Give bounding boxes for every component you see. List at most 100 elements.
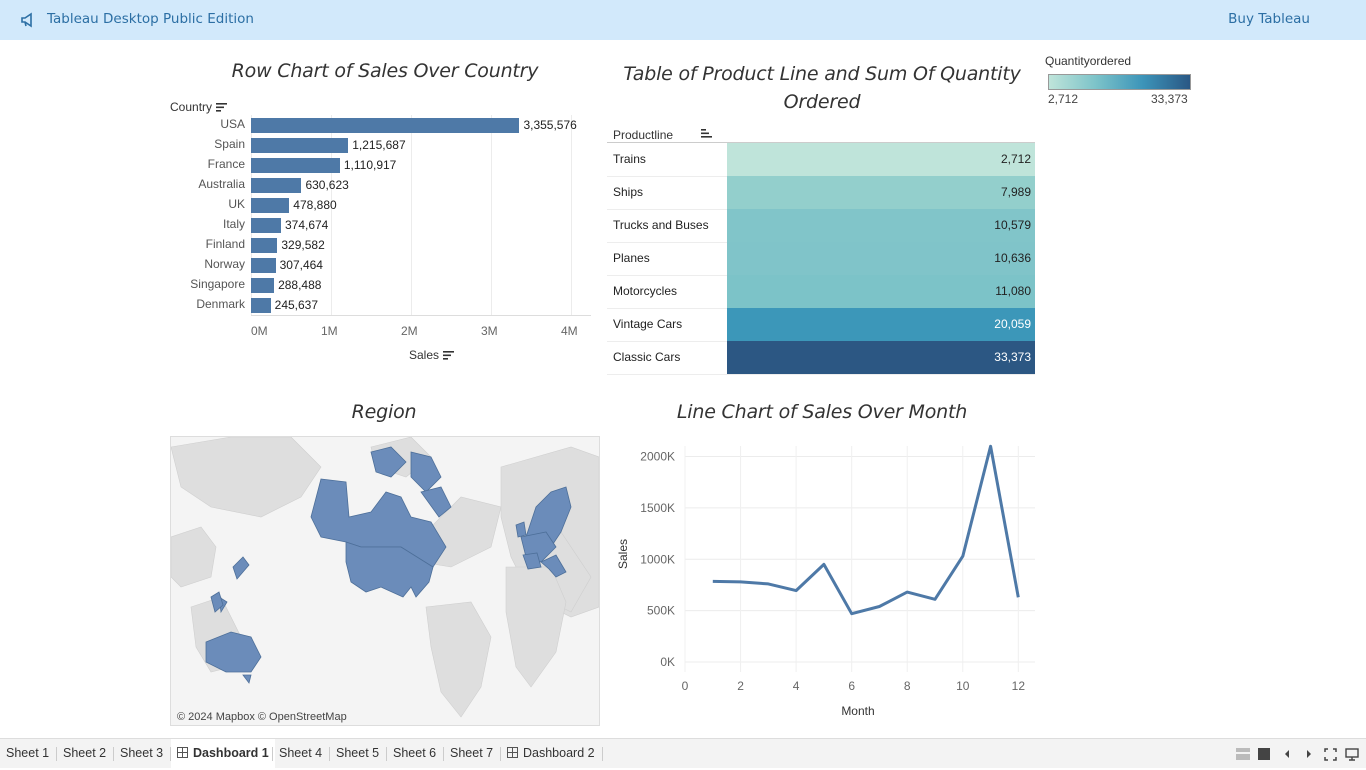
quantity-value: 7,989: [1000, 185, 1031, 199]
bar-chart-title: Row Chart of Sales Over Country: [231, 60, 539, 82]
bar-row[interactable]: Finland 329,582: [170, 235, 600, 255]
table-row[interactable]: Vintage Cars 20,059: [607, 308, 1035, 342]
previous-icon[interactable]: [1283, 748, 1291, 760]
quantity-cell[interactable]: 2,712: [727, 143, 1035, 176]
bar-row[interactable]: Spain 1,215,687: [170, 135, 600, 155]
bar-row[interactable]: USA 3,355,576: [170, 115, 600, 135]
sales-value-label: 1,215,687: [352, 138, 406, 152]
table-title: Table of Product Line and Sum Of Quantit…: [607, 60, 1037, 116]
line-y-label: Sales: [616, 539, 630, 569]
tab-dashboard-2[interactable]: Dashboard 2: [501, 739, 601, 768]
line-chart-title: Line Chart of Sales Over Month: [676, 401, 968, 423]
country-header-label: Country: [170, 100, 213, 114]
tab-sheet-6[interactable]: Sheet 6: [387, 739, 442, 768]
sales-value-label: 630,623: [305, 178, 349, 192]
quantity-value: 10,579: [994, 218, 1031, 232]
fullscreen-icon[interactable]: [1324, 748, 1337, 761]
quantity-cell[interactable]: 10,636: [727, 242, 1035, 275]
line-x-tick: 10: [956, 679, 970, 693]
sales-bar[interactable]: [251, 278, 275, 293]
productline-header[interactable]: Productline: [613, 128, 673, 142]
bar-axis-line: [251, 315, 591, 316]
quantity-cell[interactable]: 10,579: [727, 209, 1035, 242]
bar-row[interactable]: Singapore 288,488: [170, 275, 600, 295]
productline-label: Vintage Cars: [613, 317, 683, 331]
bar-row[interactable]: Norway 307,464: [170, 255, 600, 275]
line-x-label: Month: [841, 704, 874, 718]
legend-title: Quantityordered: [1045, 54, 1132, 68]
megaphone-icon: [21, 12, 32, 28]
sales-value-label: 245,637: [274, 298, 319, 312]
table-row[interactable]: Motorcycles 11,080: [607, 275, 1035, 309]
dashboard-icon: [507, 747, 518, 758]
country-label: Singapore: [190, 277, 245, 291]
sales-axis-title[interactable]: Sales: [409, 348, 455, 362]
tab-label: Sheet 1: [6, 746, 50, 760]
presentation-icon[interactable]: [1345, 748, 1359, 761]
sales-bar[interactable]: [251, 178, 302, 193]
quantity-cell[interactable]: 7,989: [727, 176, 1035, 209]
productline-label: Trains: [613, 152, 646, 166]
bar-row[interactable]: Australia 630,623: [170, 175, 600, 195]
sales-value-label: 329,582: [281, 238, 325, 252]
sales-bar[interactable]: [251, 138, 349, 153]
tab-label: Sheet 4: [279, 746, 323, 760]
square-icon[interactable]: [1258, 748, 1270, 760]
view-toggle-icon[interactable]: [1236, 748, 1250, 760]
quantity-cell[interactable]: 33,373: [727, 341, 1035, 374]
table-row[interactable]: Trains 2,712: [607, 143, 1035, 177]
tab-dashboard-1[interactable]: Dashboard 1: [171, 739, 275, 770]
tab-sheet-4[interactable]: Sheet 4: [273, 739, 328, 768]
line-y-tick: 1000K: [640, 552, 675, 566]
country-label: USA: [220, 117, 245, 131]
tab-label: Sheet 5: [336, 746, 380, 760]
sales-line[interactable]: [712, 444, 1020, 616]
sales-bar[interactable]: [251, 118, 520, 133]
quantity-cell[interactable]: 11,080: [727, 275, 1035, 308]
line-x-tick: 6: [848, 679, 855, 693]
line-chart[interactable]: 2000K 1500K 1000K 500K 0K 0 2 4 6 8 10 12 Sales Mo…: [607, 436, 1037, 726]
buy-tableau-link[interactable]: Buy Tableau: [1228, 11, 1310, 27]
bar-x-tick: 2M: [401, 324, 418, 338]
sort-icon[interactable]: [701, 129, 712, 138]
quantity-cell[interactable]: 20,059: [727, 308, 1035, 341]
next-icon[interactable]: [1305, 748, 1313, 760]
bar-row[interactable]: UK 478,880: [170, 195, 600, 215]
table-row[interactable]: Planes 10,636: [607, 242, 1035, 276]
bar-x-tick: 3M: [481, 324, 498, 338]
tab-label: Sheet 6: [393, 746, 437, 760]
line-y-tick: 0K: [660, 655, 675, 669]
tab-sheet-2[interactable]: Sheet 2: [57, 739, 112, 768]
tab-sheet-7[interactable]: Sheet 7: [444, 739, 499, 768]
sales-bar[interactable]: [251, 218, 281, 233]
country-label: Australia: [198, 177, 245, 191]
map-title: Region: [351, 401, 417, 423]
sales-bar[interactable]: [251, 158, 340, 173]
table-row[interactable]: Classic Cars 33,373: [607, 341, 1035, 375]
app-title: Tableau Desktop Public Edition: [47, 11, 254, 27]
map-attribution: © 2024 Mapbox © OpenStreetMap: [177, 711, 347, 723]
sort-icon[interactable]: [443, 351, 455, 360]
sales-value-label: 3,355,576: [523, 118, 577, 132]
sales-bar[interactable]: [251, 298, 271, 313]
table-title-line1: Table of Product Line and Sum Of Quantit…: [623, 63, 1021, 85]
bar-row[interactable]: France 1,110,917: [170, 155, 600, 175]
tab-sheet-3[interactable]: Sheet 3: [114, 739, 169, 768]
quantity-value: 33,373: [994, 350, 1031, 364]
bar-row[interactable]: Denmark 245,637: [170, 295, 600, 315]
region-map[interactable]: © 2024 Mapbox © OpenStreetMap: [170, 436, 600, 726]
sort-icon[interactable]: [216, 103, 228, 112]
table-row[interactable]: Trucks and Buses 10,579: [607, 209, 1035, 243]
table-row[interactable]: Ships 7,989: [607, 176, 1035, 210]
country-header[interactable]: Country: [170, 100, 228, 114]
bar-row[interactable]: Italy 374,674: [170, 215, 600, 235]
tab-sheet-1[interactable]: Sheet 1: [0, 739, 55, 768]
line-y-tick: 500K: [647, 604, 675, 618]
quantity-value: 2,712: [1000, 152, 1031, 166]
quantity-value: 11,080: [995, 284, 1031, 298]
bar-x-tick: 4M: [561, 324, 578, 338]
sales-bar[interactable]: [251, 198, 290, 213]
tab-sheet-5[interactable]: Sheet 5: [330, 739, 385, 768]
sales-bar[interactable]: [251, 238, 278, 253]
sales-bar[interactable]: [251, 258, 276, 273]
